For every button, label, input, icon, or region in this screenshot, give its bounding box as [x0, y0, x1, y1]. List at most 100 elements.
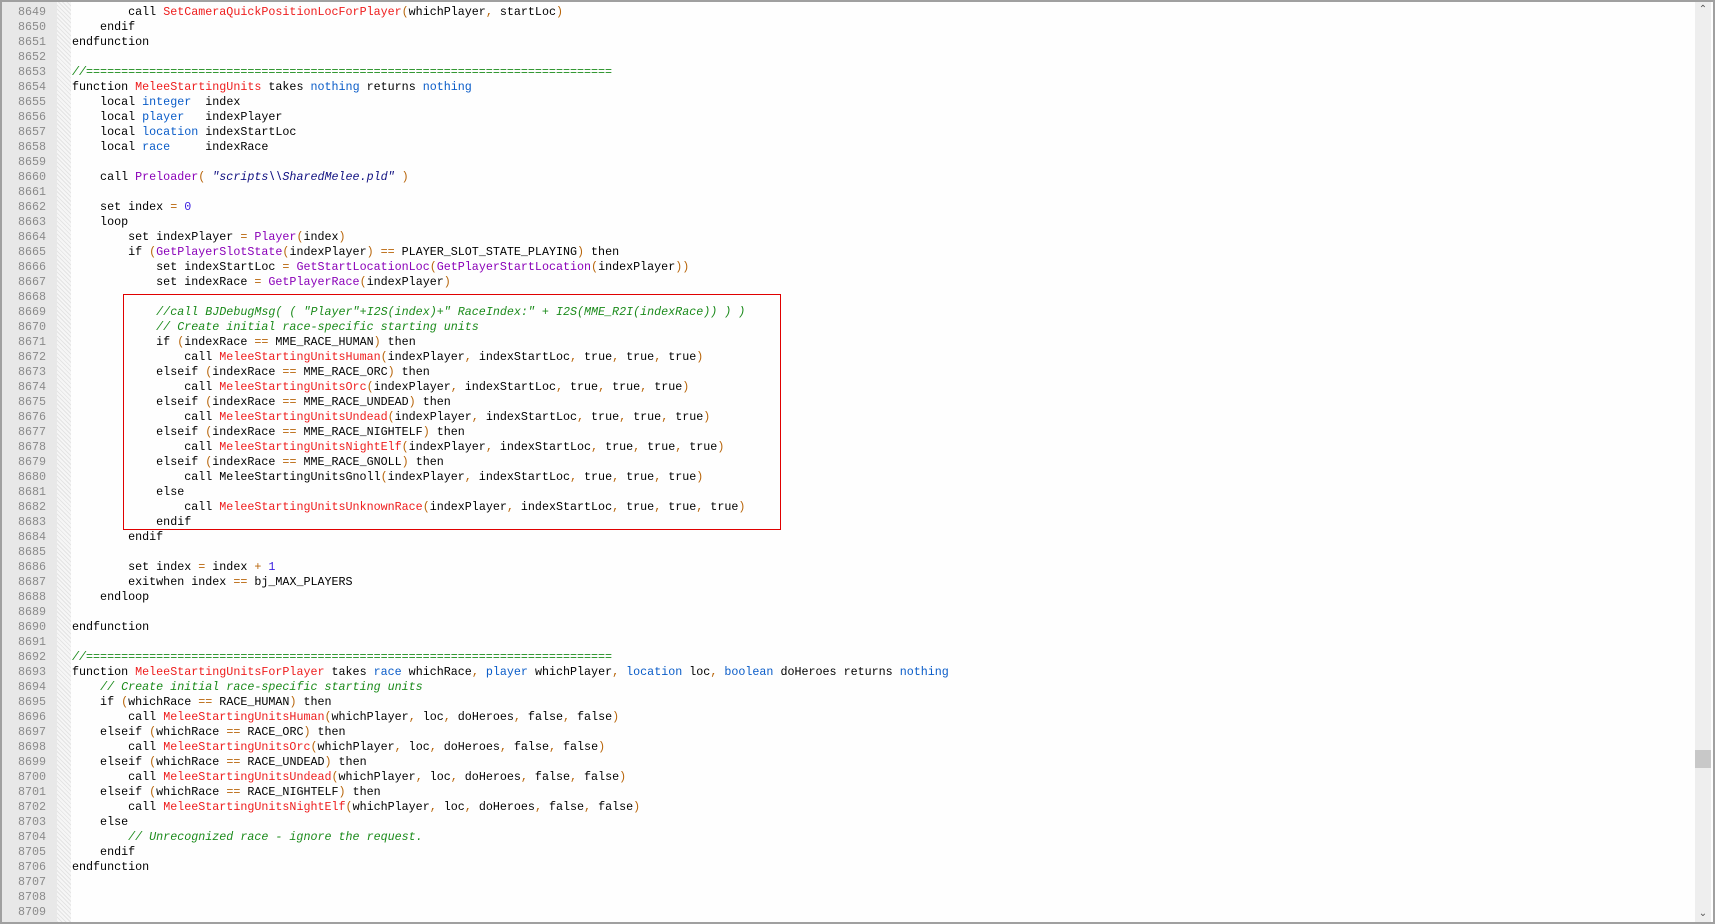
code-line[interactable]: 8695 if (whichRace == RACE_HUMAN) then [2, 695, 1693, 710]
code-line[interactable]: 8656 local player indexPlayer [2, 110, 1693, 125]
code-line[interactable]: 8651 endfunction [2, 35, 1693, 50]
code-text[interactable]: // Create initial race-specific starting… [72, 320, 479, 335]
code-line[interactable]: 8653 //==================================… [2, 65, 1693, 80]
code-line[interactable]: 8685 [2, 545, 1693, 560]
code-line[interactable]: 8688 endloop [2, 590, 1693, 605]
code-line[interactable]: 8687 exitwhen index == bj_MAX_PLAYERS [2, 575, 1693, 590]
code-line[interactable]: 8693 function MeleeStartingUnitsForPlayer… [2, 665, 1693, 680]
code-line[interactable]: 8652 [2, 50, 1693, 65]
code-text[interactable]: local player indexPlayer [72, 110, 282, 125]
code-text[interactable]: elseif (indexRace == MME_RACE_GNOLL) the… [72, 455, 444, 470]
code-line[interactable]: 8664 set indexPlayer = Player(index) [2, 230, 1693, 245]
code-line[interactable]: 8676 call MeleeStartingUnitsUndead(index… [2, 410, 1693, 425]
code-line[interactable]: 8661 [2, 185, 1693, 200]
code-text[interactable]: call MeleeStartingUnitsUnknownRace(index… [72, 500, 745, 515]
code-text[interactable]: call MeleeStartingUnitsUndead(indexPlaye… [72, 410, 710, 425]
code-text[interactable]: set index = 0 [72, 200, 191, 215]
code-line[interactable]: 8678 call MeleeStartingUnitsNightElf(ind… [2, 440, 1693, 455]
code-line[interactable]: 8684 endif [2, 530, 1693, 545]
code-text[interactable]: call MeleeStartingUnitsOrc(whichPlayer, … [72, 740, 605, 755]
code-text[interactable]: elseif (whichRace == RACE_ORC) then [72, 725, 346, 740]
code-line[interactable]: 8654 function MeleeStartingUnits takes no… [2, 80, 1693, 95]
code-text[interactable]: endif [72, 20, 135, 35]
code-line[interactable]: 8655 local integer index [2, 95, 1693, 110]
code-text[interactable]: local integer index [72, 95, 240, 110]
code-text[interactable]: elseif (whichRace == RACE_UNDEAD) then [72, 755, 367, 770]
code-text[interactable]: call MeleeStartingUnitsNightElf(whichPla… [72, 800, 640, 815]
code-editor[interactable]: 8649 call SetCameraQuickPositionLocForPl… [0, 0, 1715, 924]
code-line[interactable]: 8662 set index = 0 [2, 200, 1693, 215]
code-text[interactable]: call MeleeStartingUnitsHuman(indexPlayer… [72, 350, 703, 365]
code-line[interactable]: 8680 call MeleeStartingUnitsGnoll(indexP… [2, 470, 1693, 485]
code-line[interactable]: 8672 call MeleeStartingUnitsHuman(indexP… [2, 350, 1693, 365]
code-line[interactable]: 8671 if (indexRace == MME_RACE_HUMAN) th… [2, 335, 1693, 350]
code-line[interactable]: 8696 call MeleeStartingUnitsHuman(whichP… [2, 710, 1693, 725]
code-line[interactable]: 8666 set indexStartLoc = GetStartLocatio… [2, 260, 1693, 275]
code-line[interactable]: 8649 call SetCameraQuickPositionLocForPl… [2, 5, 1693, 20]
code-text[interactable]: local race indexRace [72, 140, 268, 155]
code-text[interactable]: //call BJDebugMsg( ( "Player"+I2S(index)… [72, 305, 745, 320]
chevron-up-icon[interactable]: ⌃ [1695, 2, 1711, 18]
code-line[interactable]: 8659 [2, 155, 1693, 170]
code-text[interactable]: exitwhen index == bj_MAX_PLAYERS [72, 575, 352, 590]
code-text[interactable]: endif [72, 845, 135, 860]
code-text[interactable]: elseif (indexRace == MME_RACE_ORC) then [72, 365, 430, 380]
code-line[interactable]: 8704 // Unrecognized race - ignore the r… [2, 830, 1693, 845]
code-text[interactable]: set indexStartLoc = GetStartLocationLoc(… [72, 260, 689, 275]
code-text[interactable]: //======================================… [72, 650, 612, 665]
code-line[interactable]: 8690 endfunction [2, 620, 1693, 635]
code-text[interactable]: call MeleeStartingUnitsNightElf(indexPla… [72, 440, 724, 455]
code-line[interactable]: 8669 //call BJDebugMsg( ( "Player"+I2S(i… [2, 305, 1693, 320]
code-line[interactable]: 8674 call MeleeStartingUnitsOrc(indexPla… [2, 380, 1693, 395]
code-text[interactable]: if (GetPlayerSlotState(indexPlayer) == P… [72, 245, 619, 260]
code-line[interactable]: 8699 elseif (whichRace == RACE_UNDEAD) t… [2, 755, 1693, 770]
code-text[interactable]: //======================================… [72, 65, 612, 80]
code-text[interactable]: endfunction [72, 860, 149, 875]
code-line[interactable]: 8670 // Create initial race-specific sta… [2, 320, 1693, 335]
code-area[interactable]: 8649 call SetCameraQuickPositionLocForPl… [2, 5, 1693, 920]
code-text[interactable]: endloop [72, 590, 149, 605]
code-text[interactable]: set index = index + 1 [72, 560, 275, 575]
vertical-scrollbar[interactable]: ⌃ ⌄ [1695, 2, 1711, 922]
code-line[interactable]: 8683 endif [2, 515, 1693, 530]
code-text[interactable]: else [72, 815, 128, 830]
code-text[interactable]: function MeleeStartingUnitsForPlayer tak… [72, 665, 949, 680]
code-text[interactable]: local location indexStartLoc [72, 125, 296, 140]
code-text[interactable]: call MeleeStartingUnitsGnoll(indexPlayer… [72, 470, 703, 485]
code-line[interactable]: 8705 endif [2, 845, 1693, 860]
code-line[interactable]: 8697 elseif (whichRace == RACE_ORC) then [2, 725, 1693, 740]
code-line[interactable]: 8709 [2, 905, 1693, 920]
code-text[interactable]: elseif (whichRace == RACE_NIGHTELF) then [72, 785, 381, 800]
code-line[interactable]: 8701 elseif (whichRace == RACE_NIGHTELF)… [2, 785, 1693, 800]
code-line[interactable]: 8691 [2, 635, 1693, 650]
code-text[interactable]: call MeleeStartingUnitsHuman(whichPlayer… [72, 710, 619, 725]
code-text[interactable]: endif [72, 515, 191, 530]
code-line[interactable]: 8698 call MeleeStartingUnitsOrc(whichPla… [2, 740, 1693, 755]
code-line[interactable]: 8663 loop [2, 215, 1693, 230]
code-line[interactable]: 8706 endfunction [2, 860, 1693, 875]
code-line[interactable]: 8679 elseif (indexRace == MME_RACE_GNOLL… [2, 455, 1693, 470]
code-text[interactable]: if (whichRace == RACE_HUMAN) then [72, 695, 332, 710]
code-text[interactable]: function MeleeStartingUnits takes nothin… [72, 80, 472, 95]
code-line[interactable]: 8677 elseif (indexRace == MME_RACE_NIGHT… [2, 425, 1693, 440]
code-line[interactable]: 8707 [2, 875, 1693, 890]
code-line[interactable]: 8700 call MeleeStartingUnitsUndead(which… [2, 770, 1693, 785]
code-text[interactable]: endfunction [72, 35, 149, 50]
code-text[interactable]: elseif (indexRace == MME_RACE_UNDEAD) th… [72, 395, 451, 410]
code-line[interactable]: 8686 set index = index + 1 [2, 560, 1693, 575]
code-text[interactable]: // Create initial race-specific starting… [72, 680, 423, 695]
code-text[interactable]: endfunction [72, 620, 149, 635]
code-line[interactable]: 8675 elseif (indexRace == MME_RACE_UNDEA… [2, 395, 1693, 410]
code-line[interactable]: 8667 set indexRace = GetPlayerRace(index… [2, 275, 1693, 290]
code-line[interactable]: 8681 else [2, 485, 1693, 500]
code-line[interactable]: 8708 [2, 890, 1693, 905]
code-text[interactable]: call MeleeStartingUnitsOrc(indexPlayer, … [72, 380, 689, 395]
code-line[interactable]: 8689 [2, 605, 1693, 620]
code-line[interactable]: 8692 //==================================… [2, 650, 1693, 665]
code-text[interactable]: call SetCameraQuickPositionLocForPlayer(… [72, 5, 563, 20]
code-line[interactable]: 8702 call MeleeStartingUnitsNightElf(whi… [2, 800, 1693, 815]
code-text[interactable]: set indexRace = GetPlayerRace(indexPlaye… [72, 275, 451, 290]
code-line[interactable]: 8673 elseif (indexRace == MME_RACE_ORC) … [2, 365, 1693, 380]
code-text[interactable]: if (indexRace == MME_RACE_HUMAN) then [72, 335, 416, 350]
code-text[interactable]: // Unrecognized race - ignore the reques… [72, 830, 423, 845]
